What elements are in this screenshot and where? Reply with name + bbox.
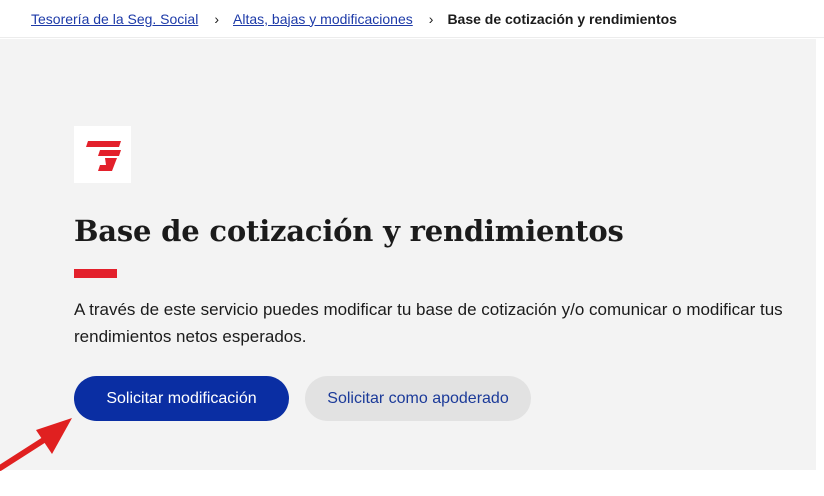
title-accent-bar: [74, 269, 117, 278]
breadcrumb-current: Base de cotización y rendimientos: [447, 10, 677, 27]
breadcrumb-link-tesoreria[interactable]: Tesorería de la Seg. Social: [31, 11, 198, 27]
chevron-right-icon: ›: [428, 10, 434, 27]
breadcrumb-link-altas-bajas[interactable]: Altas, bajas y modificaciones: [233, 11, 413, 27]
service-description: A través de este servicio puedes modific…: [74, 300, 783, 346]
solicitar-como-apoderado-button[interactable]: Solicitar como apoderado: [305, 376, 531, 421]
annotation-arrow-icon: [0, 418, 72, 471]
solicitar-modificacion-button[interactable]: Solicitar modificación: [74, 376, 289, 421]
page-title: Base de cotización y rendimientos: [74, 214, 624, 248]
seguridad-social-logo-icon: [74, 126, 131, 183]
breadcrumb: Tesorería de la Seg. Social › Altas, baj…: [0, 0, 824, 38]
chevron-right-icon: ›: [214, 10, 219, 27]
